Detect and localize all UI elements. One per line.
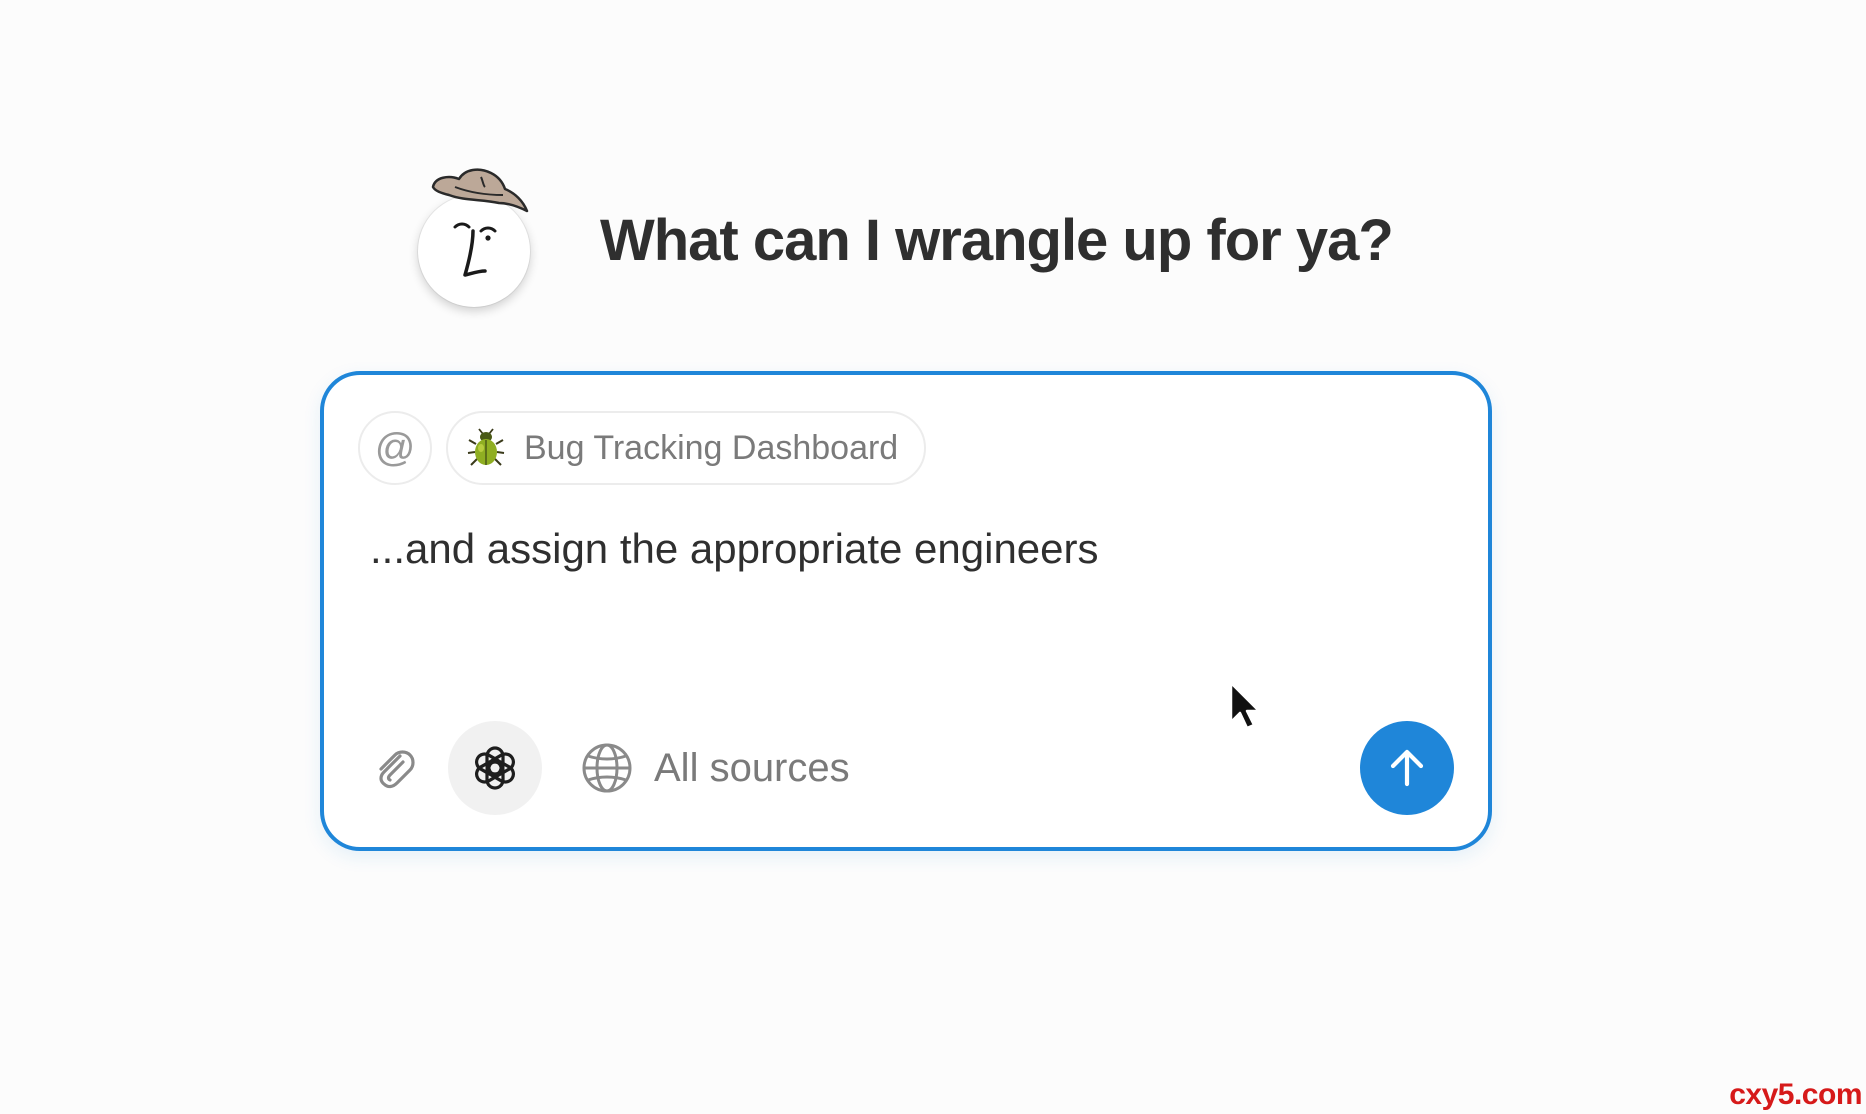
beetle-icon <box>466 428 506 468</box>
context-chip-label: Bug Tracking Dashboard <box>524 428 899 467</box>
prompt-input[interactable]: ...and assign the appropriate engineers <box>370 525 1099 573</box>
sources-label: All sources <box>654 745 850 790</box>
greeting-header: What can I wrangle up for ya? <box>415 165 1394 315</box>
model-selector-button[interactable] <box>448 721 542 815</box>
composer-toolbar: All sources <box>364 720 1454 816</box>
context-chip[interactable]: Bug Tracking Dashboard <box>446 411 927 485</box>
prompt-composer: @ Bug Tracking Dashboard ...and assign t… <box>320 371 1492 851</box>
page-title: What can I wrangle up for ya? <box>600 207 1394 273</box>
avatar <box>415 165 540 315</box>
send-button[interactable] <box>1360 721 1454 815</box>
sources-selector-button[interactable]: All sources <box>580 741 850 795</box>
attach-button[interactable] <box>364 738 424 798</box>
arrow-up-icon <box>1390 749 1424 787</box>
openai-logo-icon <box>475 746 515 790</box>
paperclip-icon <box>379 750 415 789</box>
globe-icon <box>582 743 632 793</box>
page: What can I wrangle up for ya? @ Bug Trac… <box>0 0 1866 1114</box>
mouse-cursor-icon <box>1229 681 1261 730</box>
watermark: cxy5.com <box>1729 1078 1862 1111</box>
context-row: @ Bug Tracking Dashboard <box>358 411 927 485</box>
mention-icon: @ <box>374 425 416 470</box>
cowboy-face-avatar-icon <box>431 168 529 277</box>
mention-button[interactable]: @ <box>358 411 432 485</box>
